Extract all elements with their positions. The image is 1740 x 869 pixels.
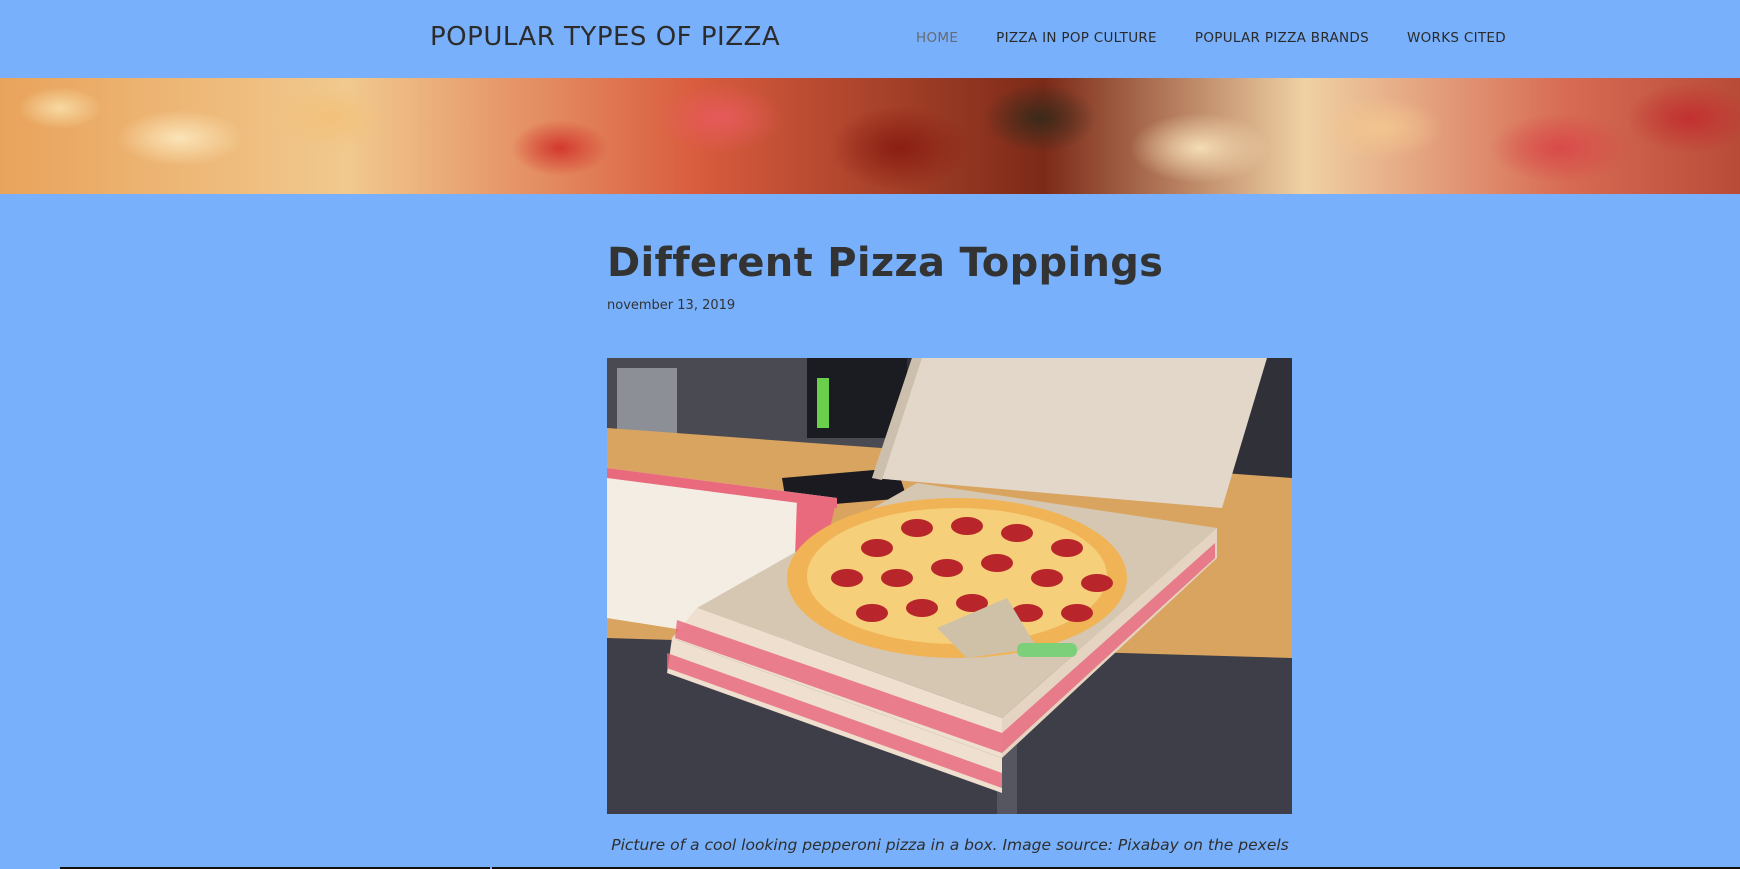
site-title[interactable]: POPULAR TYPES OF PIZZA — [430, 22, 780, 52]
post-title: Different Pizza Toppings — [607, 240, 1164, 286]
main-nav: HOME PIZZA IN POP CULTURE POPULAR PIZZA … — [916, 30, 1506, 46]
nav-pizza-in-pop-culture[interactable]: PIZZA IN POP CULTURE — [996, 30, 1157, 46]
pizza-box-photo — [607, 358, 1292, 814]
pizza-photo-illustration — [607, 358, 1292, 814]
header-banner-image — [0, 78, 1740, 194]
image-caption: Picture of a cool looking pepperoni pizz… — [611, 836, 1289, 854]
post-date: november 13, 2019 — [607, 298, 736, 313]
nav-popular-pizza-brands[interactable]: POPULAR PIZZA BRANDS — [1195, 30, 1369, 46]
nav-home[interactable]: HOME — [916, 30, 958, 46]
site-header: POPULAR TYPES OF PIZZA HOME PIZZA IN POP… — [0, 0, 1740, 78]
post: Different Pizza Toppings november 13, 20… — [607, 240, 1293, 854]
nav-works-cited[interactable]: WORKS CITED — [1407, 30, 1506, 46]
